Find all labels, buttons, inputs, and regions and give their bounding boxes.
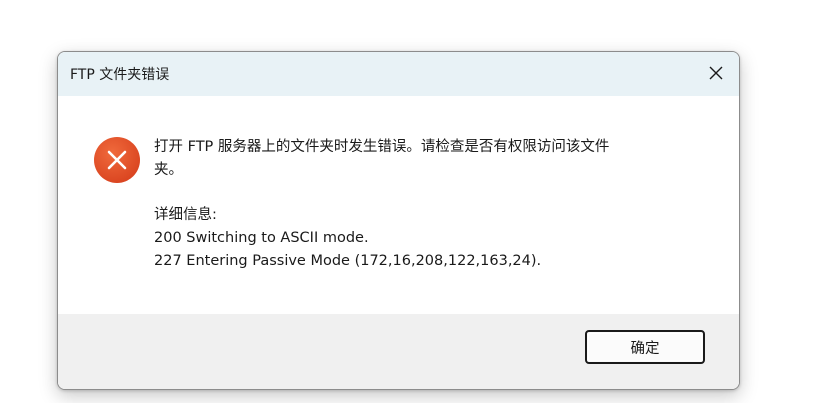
details-line: 227 Entering Passive Mode (172,16,208,12…	[154, 253, 542, 269]
close-button[interactable]	[693, 52, 739, 96]
details-line: 200 Switching to ASCII mode.	[154, 230, 369, 246]
error-icon	[94, 137, 140, 183]
close-icon	[709, 66, 723, 80]
ok-button[interactable]: 确定	[585, 330, 705, 364]
details-section: 详细信息: 200 Switching to ASCII mode. 227 E…	[154, 204, 714, 273]
dialog-title: FTP 文件夹错误	[70, 67, 170, 83]
error-message: 打开 FTP 服务器上的文件夹时发生错误。请检查是否有权限访问该文件 夹。 详细…	[154, 136, 714, 273]
details-heading: 详细信息:	[154, 207, 217, 223]
message-line-2: 夹。	[154, 162, 183, 178]
dialog-content: 打开 FTP 服务器上的文件夹时发生错误。请检查是否有权限访问该文件 夹。 详细…	[58, 96, 739, 314]
title-bar: FTP 文件夹错误	[58, 52, 739, 96]
message-line-1: 打开 FTP 服务器上的文件夹时发生错误。请检查是否有权限访问该文件	[154, 139, 610, 155]
ftp-error-dialog: FTP 文件夹错误 打开 FTP 服务器上的文件夹时发生错误。请检查是否有权限访…	[57, 51, 740, 390]
dialog-footer: 确定	[58, 314, 739, 389]
